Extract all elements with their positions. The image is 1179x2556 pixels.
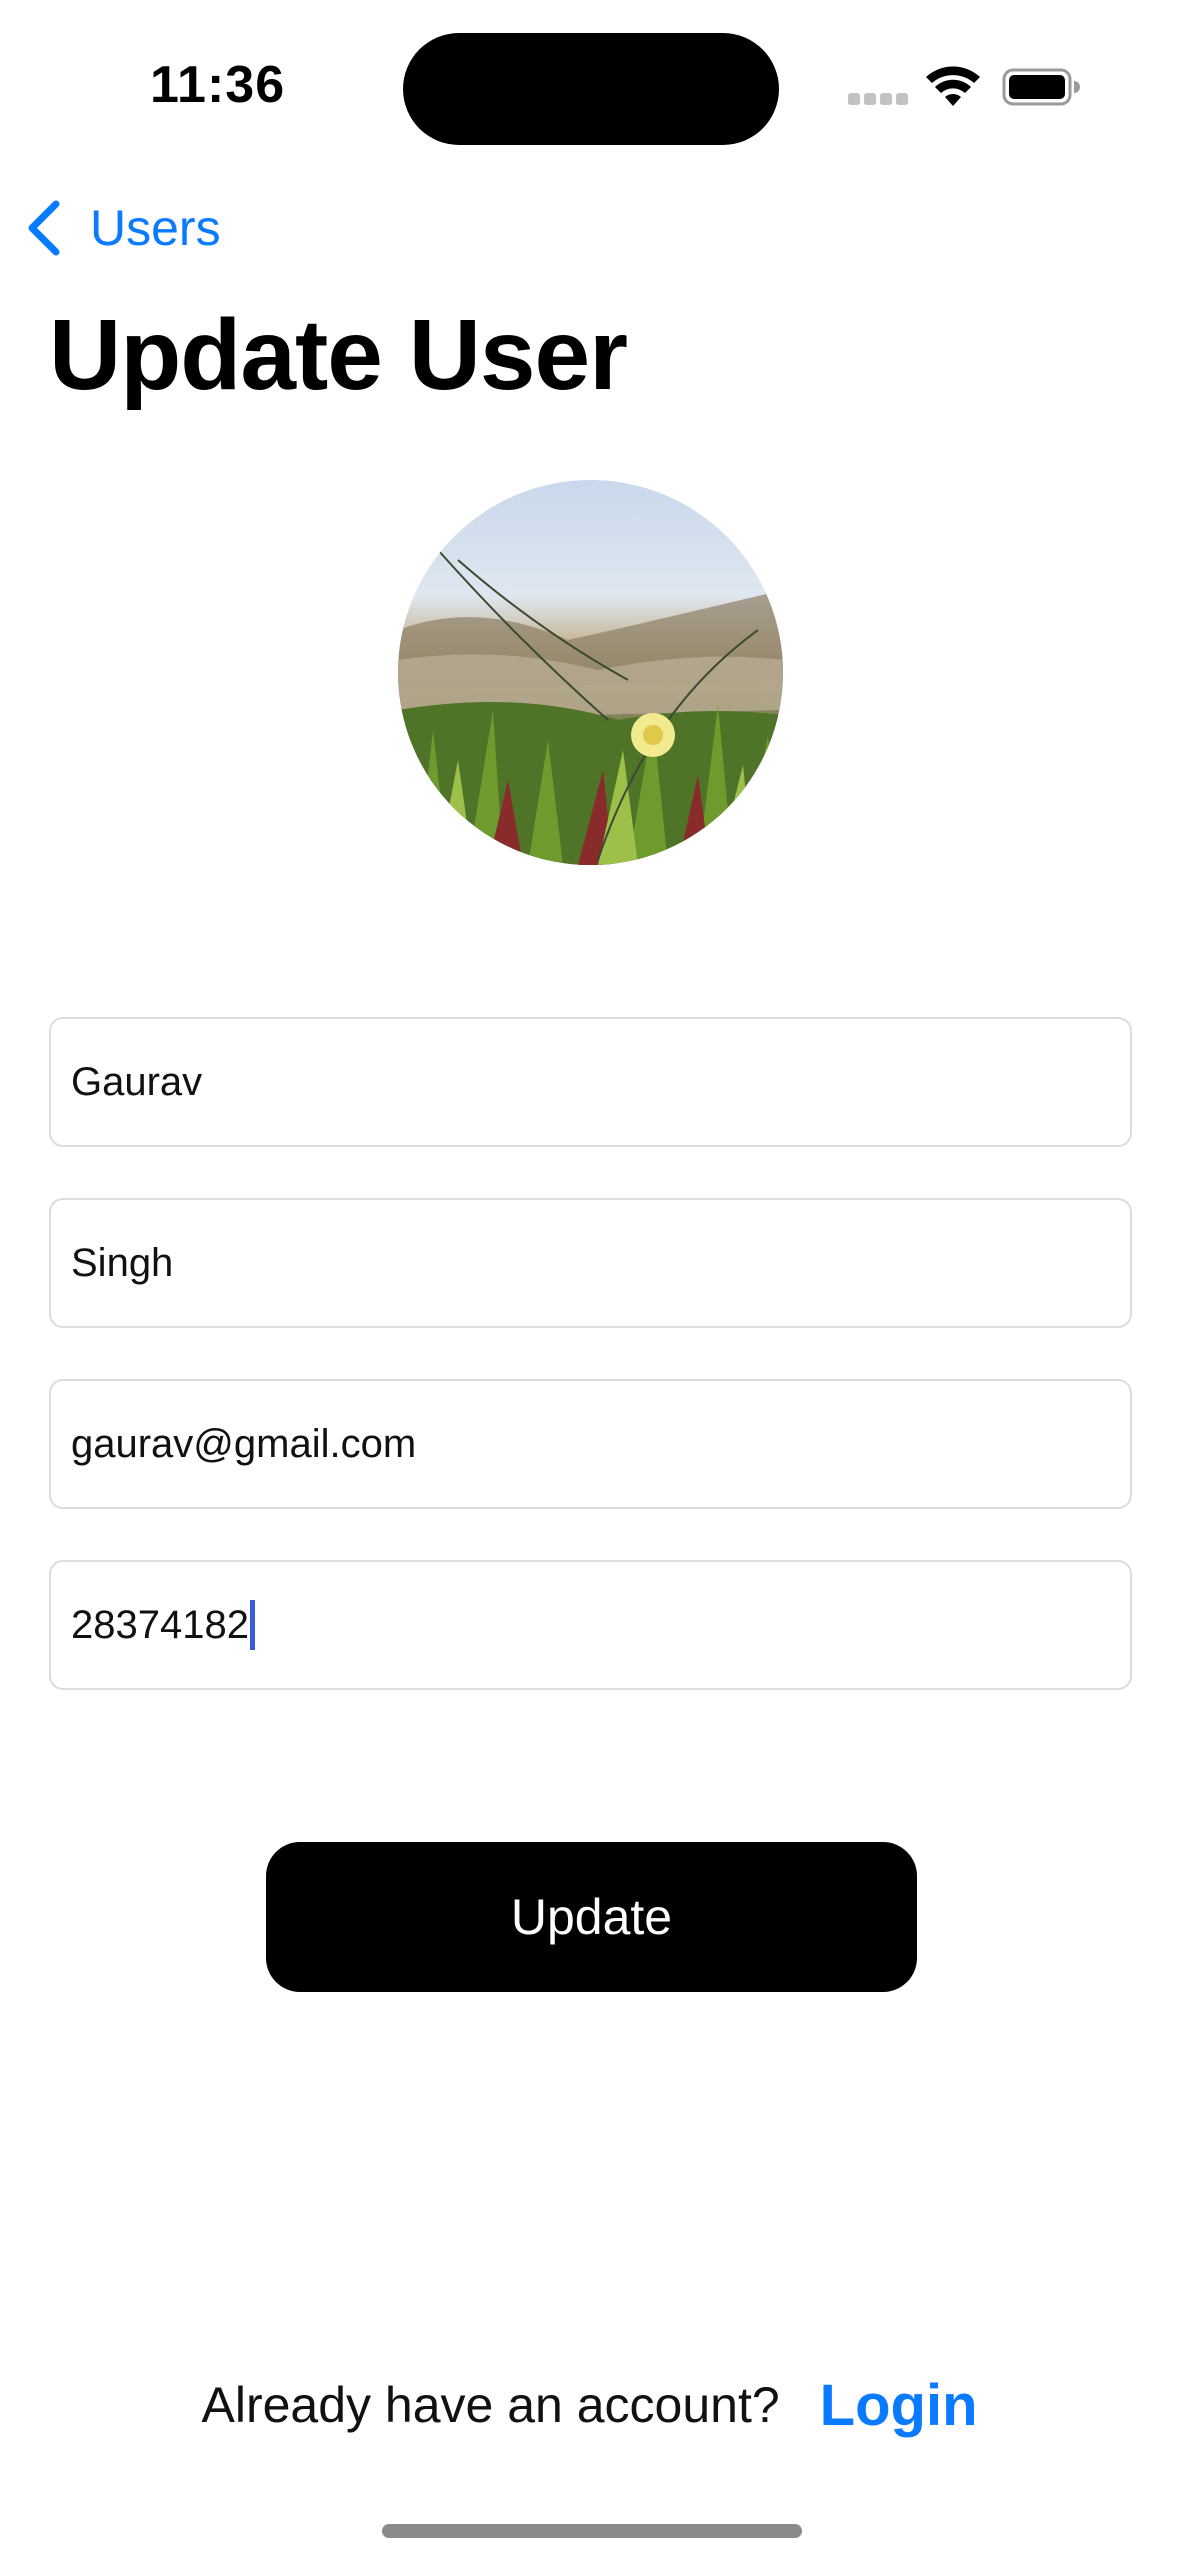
avatar[interactable] [398, 480, 783, 865]
back-button[interactable]: Users [22, 190, 221, 266]
phone-value: 28374182 [71, 1602, 249, 1647]
phone-field[interactable]: 28374182 [49, 1560, 1132, 1690]
chevron-left-icon [28, 200, 60, 256]
login-link[interactable]: Login [820, 2372, 978, 2439]
signal-icon [848, 93, 908, 105]
first-name-value: Gaurav [71, 1059, 203, 1104]
dynamic-island [403, 33, 779, 145]
status-time: 11:36 [150, 56, 286, 114]
email-field[interactable]: gaurav@gmail.com [49, 1379, 1132, 1509]
update-button-label: Update [510, 1889, 673, 1945]
battery-icon [1002, 68, 1080, 106]
back-button-label: Users [90, 200, 221, 256]
last-name-field[interactable]: Singh [49, 1198, 1132, 1328]
text-cursor [249, 1600, 255, 1650]
page-title: Update User [49, 299, 628, 411]
home-indicator[interactable] [382, 2524, 802, 2538]
update-button[interactable]: Update [266, 1842, 917, 1992]
wifi-icon [926, 66, 980, 106]
avatar-photo [398, 480, 783, 865]
email-value: gaurav@gmail.com [71, 1421, 417, 1466]
first-name-field[interactable]: Gaurav [49, 1017, 1132, 1147]
last-name-value: Singh [71, 1240, 174, 1285]
footer-prompt: Already have an account? [201, 2377, 780, 2433]
status-bar: 11:36 [0, 0, 1179, 170]
footer: Already have an account? Login [0, 2370, 1179, 2440]
